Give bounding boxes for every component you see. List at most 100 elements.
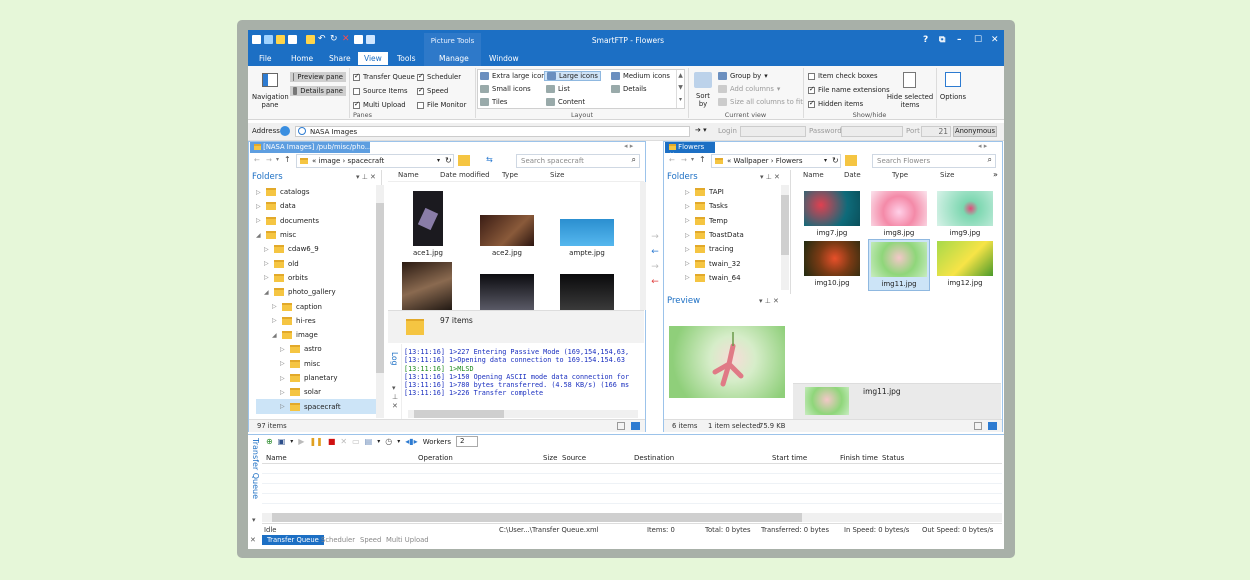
- file-thumb[interactable]: [480, 274, 534, 310]
- back-icon[interactable]: ←: [669, 156, 675, 164]
- left-pane-tab[interactable]: [NASA Images] /pub/misc/pho...: [250, 142, 370, 153]
- size-all-columns-button[interactable]: Size all columns to fit: [718, 98, 803, 106]
- expand-arrow-icon[interactable]: ▷: [272, 317, 278, 324]
- forward-icon[interactable]: →: [681, 156, 687, 164]
- file-thumb[interactable]: img8.jpg: [870, 191, 928, 237]
- expand-arrow-icon[interactable]: ▷: [264, 260, 270, 267]
- download-arrow-icon[interactable]: ←: [648, 245, 662, 260]
- expand-arrow-icon[interactable]: ▷: [685, 260, 691, 267]
- layout-large-icons[interactable]: Large icons: [544, 71, 601, 81]
- add-icon[interactable]: ⊕: [266, 437, 273, 446]
- left-search-input[interactable]: Search spacecraft ⌕: [516, 154, 640, 168]
- transfer-queue-checkbox[interactable]: [353, 72, 360, 81]
- tree-item[interactable]: ▷ twain_32: [685, 256, 785, 270]
- file-thumb[interactable]: [560, 274, 614, 310]
- details-view-icon[interactable]: [974, 422, 982, 430]
- go-button[interactable]: ➔ ▾: [695, 126, 707, 134]
- item-check-boxes-checkbox[interactable]: [808, 72, 815, 80]
- layout-list[interactable]: List: [546, 85, 570, 93]
- expand-arrow-icon[interactable]: ▷: [272, 303, 278, 310]
- tree-item[interactable]: ▷ caption: [256, 299, 376, 313]
- app-icon[interactable]: [252, 35, 261, 44]
- thumbnail-view-icon[interactable]: [631, 422, 640, 430]
- file-thumb-selected[interactable]: img11.jpg: [868, 239, 930, 291]
- password-input[interactable]: [841, 126, 903, 137]
- options-button[interactable]: Options: [938, 93, 968, 101]
- source-items-toggle[interactable]: Source Items: [353, 87, 408, 95]
- col-date-modified[interactable]: Date modified: [440, 171, 490, 179]
- right-tree-scrollbar[interactable]: [781, 185, 789, 290]
- tree-item[interactable]: ▷ old: [256, 256, 376, 270]
- breadcrumb-dropdown-icon[interactable]: ▾: [824, 157, 827, 164]
- properties-icon[interactable]: [354, 35, 363, 44]
- tree-item[interactable]: ▷ misc: [256, 357, 376, 371]
- right-folders-controls[interactable]: ▾ ⊥ ✕: [760, 173, 780, 181]
- expand-arrow-icon[interactable]: ▷: [685, 203, 691, 210]
- refresh-icon[interactable]: ↻: [832, 156, 839, 165]
- file-thumb[interactable]: ace2.jpg: [478, 215, 536, 257]
- file-monitor-checkbox[interactable]: [417, 101, 424, 109]
- speed-toggle[interactable]: Speed: [417, 86, 448, 95]
- expand-arrow-icon[interactable]: ▷: [685, 189, 691, 196]
- refresh-icon[interactable]: ↻: [445, 156, 452, 165]
- close-button[interactable]: ✕: [991, 35, 999, 45]
- right-pane-nav-arrows[interactable]: ◂ ▸: [978, 142, 987, 150]
- queue-hscroll[interactable]: [262, 513, 1002, 522]
- hidden-items-checkbox[interactable]: [808, 99, 815, 108]
- queue-col-source[interactable]: Source: [562, 454, 586, 462]
- navigation-pane-button[interactable]: Navigation pane: [252, 93, 289, 109]
- scheduler-toggle[interactable]: Scheduler: [417, 72, 461, 81]
- tab-manage[interactable]: Manage: [439, 54, 469, 63]
- up-icon[interactable]: ↑: [699, 155, 706, 164]
- tree-item[interactable]: ▷ spacecraft: [256, 399, 376, 414]
- pause-icon[interactable]: ❚❚: [309, 437, 322, 446]
- tree-item[interactable]: ▷ orbits: [256, 271, 376, 285]
- workers-stepper[interactable]: 2: [456, 436, 478, 447]
- tree-item[interactable]: ◢ image: [256, 328, 376, 342]
- multi-upload-checkbox[interactable]: [353, 100, 360, 109]
- file-monitor-toggle[interactable]: File Monitor: [417, 101, 466, 109]
- layout-details[interactable]: Details: [611, 85, 647, 93]
- collapse-arrow-icon[interactable]: ◢: [272, 332, 278, 339]
- tab-window[interactable]: Window: [489, 54, 519, 63]
- remove-icon[interactable]: ✕: [340, 437, 347, 446]
- queue-col-destination[interactable]: Destination: [634, 454, 674, 462]
- address-input[interactable]: NASA Images: [295, 126, 690, 137]
- schedule-icon[interactable]: ◷: [385, 437, 392, 446]
- left-pane-nav-arrows[interactable]: ◂ ▸: [624, 142, 633, 150]
- bottom-tab-speed[interactable]: Speed: [360, 536, 381, 544]
- tree-item[interactable]: ▷ twain_64: [685, 271, 785, 285]
- delete-icon[interactable]: ✕: [342, 35, 351, 44]
- tree-item[interactable]: ▷ hi-res: [256, 314, 376, 328]
- transfer-icon[interactable]: ⇆: [486, 155, 493, 164]
- expand-arrow-icon[interactable]: ▷: [280, 375, 286, 382]
- details-view-icon[interactable]: [617, 422, 625, 430]
- tree-item[interactable]: ▷ documents: [256, 214, 376, 228]
- navigation-pane-icon[interactable]: [262, 73, 278, 87]
- dropdown-arrow-icon[interactable]: ▾: [377, 438, 380, 445]
- right-pane-tab[interactable]: Flowers ✕: [665, 142, 715, 159]
- collapse-arrow-icon[interactable]: ◢: [256, 232, 262, 239]
- expand-arrow-icon[interactable]: ▷: [280, 360, 286, 367]
- hide-selected-icon[interactable]: [903, 72, 916, 88]
- expand-arrow-icon[interactable]: ▷: [685, 232, 691, 239]
- layout-small-icons[interactable]: Small icons: [480, 85, 531, 93]
- file-thumb[interactable]: ampte.jpg: [558, 219, 616, 257]
- layout-extra-large-icons[interactable]: Extra large icons: [480, 72, 549, 80]
- layout-tiles[interactable]: Tiles: [480, 98, 507, 106]
- connect-icon[interactable]: [264, 35, 273, 44]
- bottom-tab-transfer-queue[interactable]: Transfer Queue: [262, 535, 324, 545]
- search-icon[interactable]: ⌕: [988, 155, 992, 165]
- queue-list[interactable]: [262, 464, 1002, 512]
- dropdown-arrow-icon[interactable]: ▾: [397, 438, 400, 445]
- queue-col-size[interactable]: Size: [543, 454, 557, 462]
- queue-col-operation[interactable]: Operation: [418, 454, 453, 462]
- history-dropdown-icon[interactable]: ▾: [276, 156, 279, 163]
- breadcrumb-dropdown-icon[interactable]: ▾: [437, 157, 440, 164]
- tree-item[interactable]: ▷ solar: [256, 385, 376, 399]
- folder-options-icon[interactable]: [458, 155, 470, 166]
- col-type[interactable]: Type: [892, 171, 908, 179]
- left-file-scrollbar[interactable]: [640, 182, 646, 310]
- minimize-button[interactable]: –: [957, 35, 962, 45]
- tab-share[interactable]: Share: [329, 54, 351, 63]
